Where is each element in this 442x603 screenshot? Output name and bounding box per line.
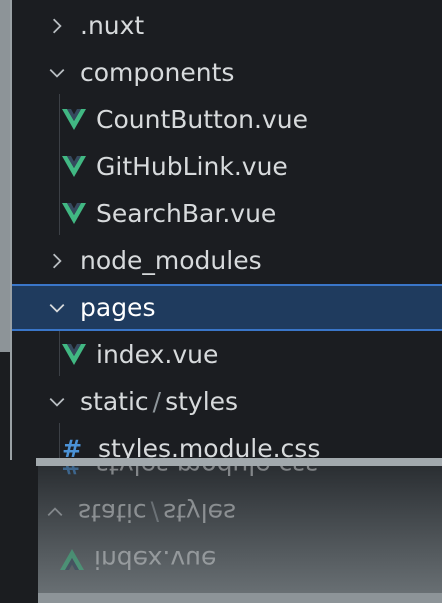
reflection-label-static: static: [78, 498, 147, 527]
css-hash-icon: #: [60, 466, 84, 480]
tree-item-label: index.vue: [96, 340, 219, 369]
vue-file-icon: [62, 155, 86, 178]
tree-item-node-modules[interactable]: node_modules: [12, 237, 442, 284]
tree-item-index-vue[interactable]: index.vue: [12, 331, 442, 378]
tree-item-components[interactable]: components: [12, 49, 442, 96]
chevron-down-icon: [46, 62, 68, 84]
tree-item-label: components: [80, 58, 235, 87]
tree-item-label: GitHubLink.vue: [96, 152, 288, 181]
tree-item-nuxt[interactable]: .nuxt: [12, 2, 442, 49]
tree-item-label: node_modules: [80, 246, 262, 275]
tree-item-static-styles[interactable]: static / styles: [12, 378, 442, 425]
vue-file-icon: [62, 343, 86, 366]
tree-item-githublink-vue[interactable]: GitHubLink.vue: [12, 143, 442, 190]
chevron-right-icon: [46, 250, 68, 272]
tree-item-label-styles: styles: [165, 387, 239, 416]
vue-file-icon: [62, 202, 86, 225]
tree-item-label: .nuxt: [80, 11, 145, 40]
tree-item-label: styles.module.css: [98, 434, 321, 460]
tree-item-pages[interactable]: pages: [12, 284, 442, 331]
vue-file-icon: [62, 108, 86, 131]
vue-file-icon: [60, 549, 84, 571]
panel-divider: [36, 458, 442, 466]
chevron-down-icon: [46, 297, 68, 319]
chevron-down-icon: [44, 502, 66, 524]
reflection-row: index.vue: [38, 536, 442, 583]
reflection-label-styles: styles: [163, 498, 237, 527]
tree-item-styles-module-css[interactable]: # styles.module.css: [12, 425, 442, 460]
tree-item-label-static: static: [80, 387, 149, 416]
tree-item-label: CountButton.vue: [96, 105, 308, 134]
chevron-right-icon: [46, 15, 68, 37]
file-explorer: .nuxt components CountButton.vue GitHubL…: [10, 0, 442, 460]
reflection-area: # styles.module.css static / styles inde…: [38, 466, 442, 603]
reflection-mirror: # styles.module.css static / styles inde…: [38, 466, 442, 603]
bottom-frame: [38, 593, 442, 603]
tree-item-countbutton-vue[interactable]: CountButton.vue: [12, 96, 442, 143]
reflection-label: styles.module.css: [96, 466, 318, 480]
reflection-row: # styles.module.css: [38, 466, 442, 489]
tree-item-label: SearchBar.vue: [96, 199, 277, 228]
tree-item-searchbar-vue[interactable]: SearchBar.vue: [12, 190, 442, 237]
path-separator: /: [152, 387, 162, 416]
tree-item-label: pages: [80, 293, 156, 322]
path-separator: /: [150, 498, 160, 527]
chevron-down-icon: [46, 391, 68, 413]
css-hash-icon: #: [62, 434, 83, 461]
reflection-label: index.vue: [94, 545, 217, 574]
reflection-row: static / styles: [38, 489, 442, 536]
